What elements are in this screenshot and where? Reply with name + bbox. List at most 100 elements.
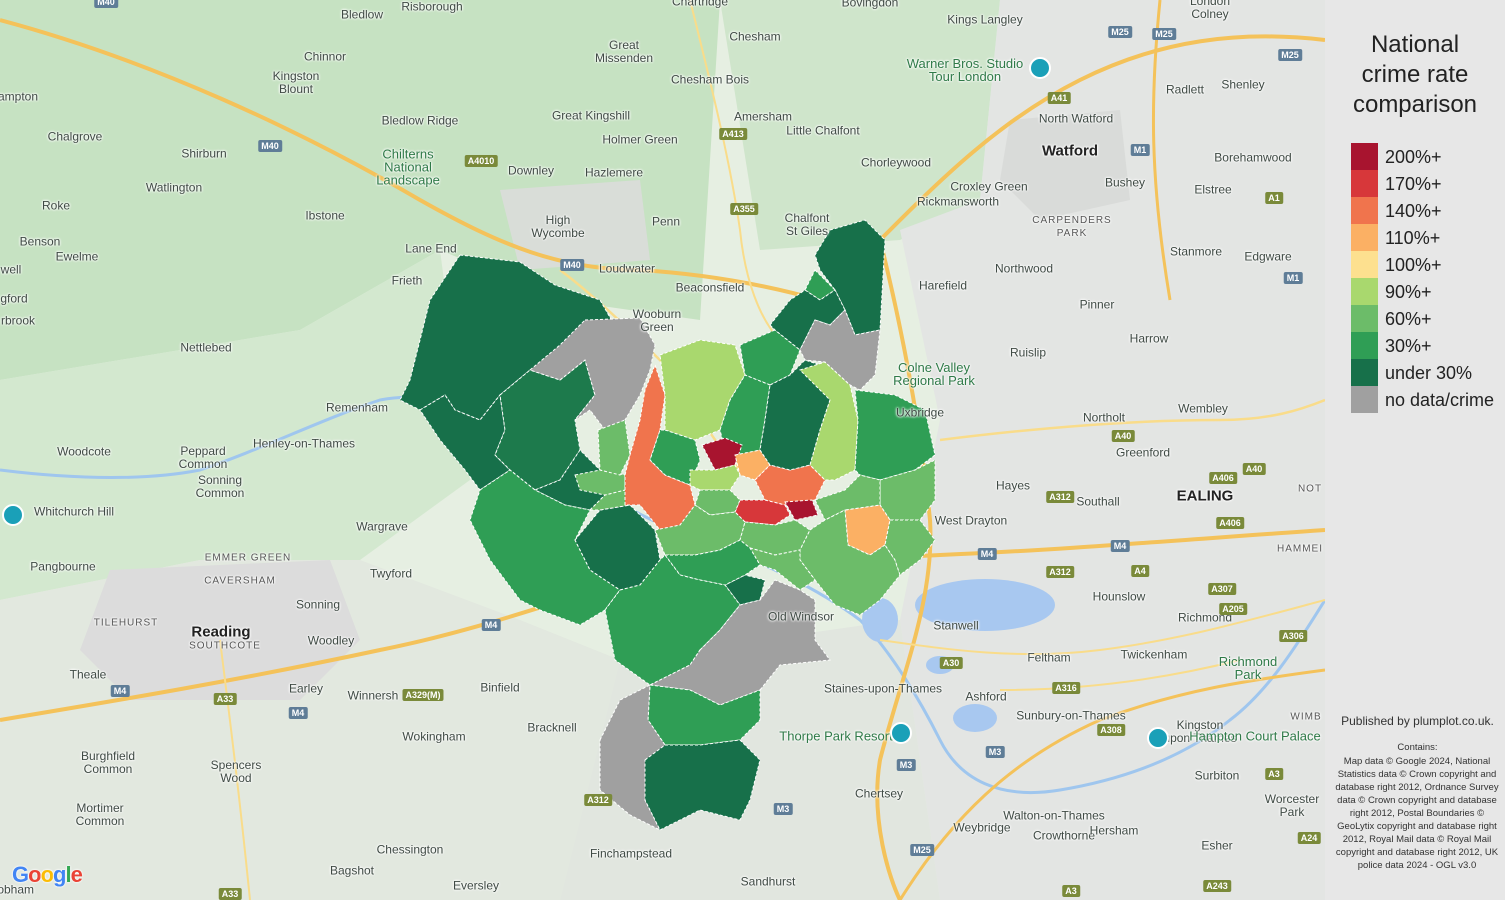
whitchurch-poi-icon[interactable] xyxy=(2,504,24,526)
place-label: gford xyxy=(0,291,28,306)
place-label: rbrook xyxy=(0,313,36,328)
road-shield: M4 xyxy=(1110,540,1130,552)
road-shield: M4 xyxy=(977,548,997,560)
place-label: Uxbridge xyxy=(895,405,945,420)
place-label: Shenley xyxy=(1221,77,1265,92)
place-label: Walton-on-Thames xyxy=(1003,808,1105,823)
place-label: Shirburn xyxy=(181,146,227,161)
road-shield: M40 xyxy=(94,0,118,8)
place-label: WIMB xyxy=(1290,711,1322,723)
place-label: Surbiton xyxy=(1194,768,1240,783)
place-label: NOT xyxy=(1297,483,1323,495)
hampton-court-poi-icon[interactable] xyxy=(1147,727,1169,749)
road-shield: M4 xyxy=(288,707,308,719)
contains-label: Contains: xyxy=(1397,742,1438,753)
place-label: Burghfield Common xyxy=(80,749,136,776)
place-label: Old Windsor xyxy=(767,609,835,624)
place-label: Rickmansworth xyxy=(916,194,1000,209)
legend-swatch xyxy=(1351,143,1378,170)
place-label: Eversley xyxy=(452,878,500,893)
place-label: Stanwell xyxy=(933,618,979,633)
place-label: SOUTHCOTE xyxy=(189,640,261,652)
thorpe-park-poi-icon[interactable] xyxy=(890,722,912,744)
place-label: Harefield xyxy=(918,278,968,293)
place-label: Bovingdon xyxy=(841,0,899,10)
place-label: West Drayton xyxy=(934,513,1008,528)
place-label: Wooburn Green xyxy=(632,307,682,334)
road-shield: M1 xyxy=(1283,272,1303,284)
place-label: Thorpe Park Resort xyxy=(779,728,893,744)
place-label: Benson xyxy=(19,234,61,249)
place-label: Great Kingshill xyxy=(551,108,631,123)
place-label: Chesham Bois xyxy=(670,72,750,87)
place-label: Staines-upon-Thames xyxy=(823,681,943,696)
place-label: Ruislip xyxy=(1009,345,1047,360)
place-label: Downley xyxy=(507,163,555,178)
place-label: Hounslow xyxy=(1092,589,1146,604)
legend-swatch xyxy=(1351,332,1378,359)
place-label: Henley-on-Thames xyxy=(252,436,356,451)
place-label: Ashford xyxy=(965,689,1007,704)
road-shield: A316 xyxy=(1052,682,1080,694)
road-shield: A312 xyxy=(1046,566,1074,578)
place-label: Great Missenden xyxy=(594,38,654,65)
place-label: Worcester Park xyxy=(1264,792,1320,819)
place-label: Greenford xyxy=(1115,445,1171,460)
place-label: Roke xyxy=(41,198,71,213)
place-label: Lane End xyxy=(405,241,457,256)
place-label: High Wycombe xyxy=(531,213,585,240)
place-label: Bushey xyxy=(1104,175,1146,190)
road-shield: A205 xyxy=(1219,603,1247,615)
place-label: Chorleywood xyxy=(860,155,932,170)
place-label: Colne Valley Regional Park xyxy=(893,360,975,388)
place-label: Reading xyxy=(191,623,251,641)
road-shield: A329(M) xyxy=(402,689,444,701)
place-label: Holmer Green xyxy=(602,132,678,147)
place-label: London Colney xyxy=(1189,0,1231,21)
place-label: Remenham xyxy=(325,400,389,415)
place-label: Edgware xyxy=(1244,249,1292,264)
place-label: Peppard Common xyxy=(178,444,228,471)
road-shield: M3 xyxy=(773,803,793,815)
legend-label: 30%+ xyxy=(1385,336,1432,356)
place-label: Kingston Blount xyxy=(272,69,320,96)
place-label: CAVERSHAM xyxy=(204,575,276,587)
road-shield: A406 xyxy=(1216,517,1244,529)
legend-label: 90%+ xyxy=(1385,282,1432,302)
road-shield: A4 xyxy=(1131,565,1149,577)
published-credit: Published by plumplot.co.uk. xyxy=(1341,714,1494,728)
road-shield: A355 xyxy=(730,203,758,215)
road-shield: A3 xyxy=(1062,885,1080,897)
legend-label: 170%+ xyxy=(1385,174,1442,194)
place-label: Little Chalfont xyxy=(786,123,860,138)
legend-title: National crime rate comparison xyxy=(1325,30,1505,120)
legend-swatch xyxy=(1351,305,1378,332)
legend-label: 110%+ xyxy=(1385,228,1441,248)
road-shield: A307 xyxy=(1208,583,1236,595)
place-label: Mortimer Common xyxy=(75,801,125,828)
place-label: Croxley Green xyxy=(950,179,1028,194)
road-shield: A406 xyxy=(1209,472,1237,484)
legend-title-line: crime rate xyxy=(1361,61,1469,88)
place-label: Radlett xyxy=(1165,82,1205,97)
place-label: Nettlebed xyxy=(180,340,232,355)
road-shield: A3 xyxy=(1265,768,1283,780)
map-area[interactable]: Bledlow Risborough Chartridge Bovingdon King… xyxy=(0,0,1325,900)
place-label: Hayes xyxy=(995,478,1031,493)
road-shield: A413 xyxy=(719,128,747,140)
place-label: Beaconsfield xyxy=(675,280,745,295)
place-label: Woodley xyxy=(307,633,355,648)
road-shield: A312 xyxy=(584,794,612,806)
legend-swatch xyxy=(1351,170,1378,197)
warner-bros-poi-icon[interactable] xyxy=(1029,57,1051,79)
place-label: Bledlow xyxy=(340,7,384,22)
place-label: Sonning Common xyxy=(195,473,245,500)
place-label: Sunbury-on-Thames xyxy=(1016,708,1126,723)
place-label: Harrow xyxy=(1129,331,1169,346)
place-label: Stanmore xyxy=(1169,244,1223,259)
road-shield: A30 xyxy=(939,657,963,669)
place-label: Finchampstead xyxy=(589,846,673,861)
legend-swatch xyxy=(1351,359,1378,386)
place-label: Watlington xyxy=(145,180,203,195)
legend-label: 100%+ xyxy=(1385,255,1442,275)
